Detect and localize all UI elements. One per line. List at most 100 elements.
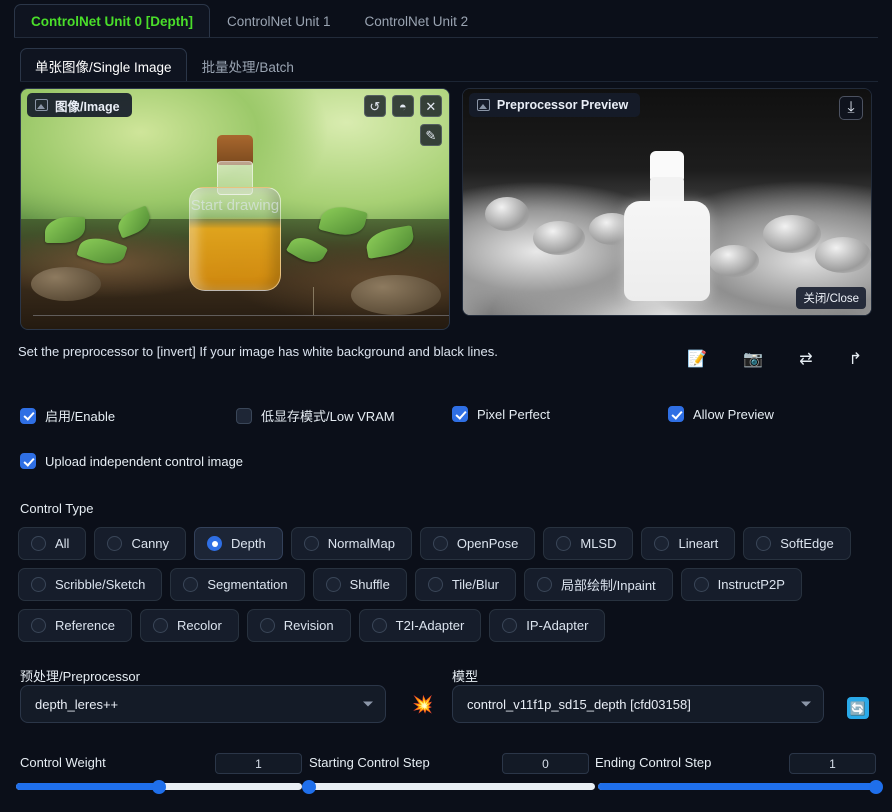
starting-control-step-slider[interactable] <box>309 783 595 790</box>
control-type-mlsd[interactable]: MLSD <box>543 527 633 560</box>
checkbox-pixel-perfect[interactable]: Pixel Perfect <box>452 406 550 422</box>
checkbox-enable-box[interactable] <box>20 408 36 424</box>
checkbox-enable-label: 启用/Enable <box>45 406 115 425</box>
radio-icon[interactable] <box>31 536 46 551</box>
tab-batch[interactable]: 批量处理/Batch <box>187 48 309 82</box>
checkbox-allow-preview-box[interactable] <box>668 406 684 422</box>
checkbox-upload-independent-box[interactable] <box>20 453 36 469</box>
checkbox-low-vram-box[interactable] <box>236 408 252 424</box>
preprocessor-select[interactable]: depth_leres++ <box>20 685 386 723</box>
radio-icon[interactable] <box>428 577 443 592</box>
radio-icon[interactable] <box>183 577 198 592</box>
radio-icon[interactable] <box>537 577 552 592</box>
unit-tab-bar: ControlNet Unit 0 [Depth] ControlNet Uni… <box>0 0 892 38</box>
close-preview-button[interactable]: 关闭/Close <box>796 287 866 309</box>
radio-icon[interactable] <box>107 536 122 551</box>
undo-icon[interactable]: ↺ <box>364 95 386 117</box>
checkbox-upload-independent-control-image[interactable]: Upload independent control image <box>20 453 243 469</box>
control-weight-value[interactable]: 1 <box>215 753 302 774</box>
control-type-revision[interactable]: Revision <box>247 609 351 642</box>
tab-controlnet-unit-1[interactable]: ControlNet Unit 1 <box>210 4 348 38</box>
control-type-ip-adapter[interactable]: IP-Adapter <box>489 609 605 642</box>
control-type-label-text: SoftEdge <box>780 536 834 551</box>
control-type-openpose[interactable]: OpenPose <box>420 527 535 560</box>
control-type-label-text: Reference <box>55 618 115 633</box>
preprocessor-preview-image <box>463 89 871 315</box>
control-type-shuffle[interactable]: Shuffle <box>313 568 407 601</box>
source-image <box>21 89 449 329</box>
eraser-icon[interactable]: ◓ <box>392 95 414 117</box>
brush-icon[interactable]: ✎ <box>420 124 442 146</box>
picture-icon <box>477 99 490 111</box>
control-weight-slider[interactable] <box>16 783 302 790</box>
tab-single-image[interactable]: 单张图像/Single Image <box>20 48 187 82</box>
checkbox-pixel-perfect-box[interactable] <box>452 406 468 422</box>
radio-icon[interactable] <box>31 577 46 592</box>
radio-icon[interactable] <box>260 618 275 633</box>
control-type-softedge[interactable]: SoftEdge <box>743 527 851 560</box>
image-toolbar: ↺ ◓ ✕ <box>364 95 442 117</box>
close-icon[interactable]: ✕ <box>420 95 442 117</box>
control-type-t2i-adapter[interactable]: T2I-Adapter <box>359 609 482 642</box>
radio-icon[interactable] <box>31 618 46 633</box>
radio-icon[interactable] <box>326 577 341 592</box>
edit-note-icon[interactable]: 📝 <box>687 352 707 368</box>
control-type-tile-blur[interactable]: Tile/Blur <box>415 568 516 601</box>
controlnet-panel: ControlNet Unit 0 [Depth] ControlNet Uni… <box>0 0 892 812</box>
starting-control-step-value[interactable]: 0 <box>502 753 589 774</box>
run-preprocessor-icon[interactable]: 💥 <box>412 696 433 713</box>
control-type-label-text: All <box>55 536 69 551</box>
radio-icon[interactable] <box>304 536 319 551</box>
send-icon[interactable]: ↱ <box>849 352 862 368</box>
sub-tabs-divider <box>20 81 878 82</box>
radio-icon[interactable] <box>556 536 571 551</box>
source-image-badge: 图像/Image <box>27 93 132 117</box>
download-icon[interactable]: ⤓ <box>839 96 863 120</box>
control-type-normalmap[interactable]: NormalMap <box>291 527 412 560</box>
control-type-scribble-sketch[interactable]: Scribble/Sketch <box>18 568 162 601</box>
tab-controlnet-unit-0[interactable]: ControlNet Unit 0 [Depth] <box>14 4 210 38</box>
control-type-all[interactable]: All <box>18 527 86 560</box>
ending-control-step-slider[interactable] <box>598 783 876 790</box>
chevron-down-icon <box>363 702 373 707</box>
control-type-reference[interactable]: Reference <box>18 609 132 642</box>
preprocessor-preview-card[interactable]: Preprocessor Preview ⤓ 关闭/Close <box>462 88 872 316</box>
control-type-depth[interactable]: Depth <box>194 527 283 560</box>
preprocessor-hint-text: Set the preprocessor to [invert] If your… <box>18 344 498 359</box>
tab-controlnet-unit-2[interactable]: ControlNet Unit 2 <box>348 4 486 38</box>
control-type-label-text: Depth <box>231 536 266 551</box>
checkbox-allow-preview[interactable]: Allow Preview <box>668 406 774 422</box>
camera-icon[interactable]: 📷 <box>743 352 763 368</box>
control-type-inpaint[interactable]: 局部绘制/Inpaint <box>524 568 673 601</box>
control-type-canny[interactable]: Canny <box>94 527 186 560</box>
radio-icon[interactable] <box>372 618 387 633</box>
control-type-segmentation[interactable]: Segmentation <box>170 568 304 601</box>
image-row: 图像/Image Start drawing ↺ ◓ ✕ ✎ <box>20 88 872 330</box>
control-weight-label: Control Weight <box>20 755 106 770</box>
control-type-label-text: NormalMap <box>328 536 395 551</box>
control-type-instructp2p[interactable]: InstructP2P <box>681 568 802 601</box>
sub-tab-bar: 单张图像/Single Image 批量处理/Batch <box>14 44 878 82</box>
radio-icon[interactable] <box>654 536 669 551</box>
control-type-label-text: Revision <box>284 618 334 633</box>
radio-icon[interactable] <box>756 536 771 551</box>
preprocessor-value: depth_leres++ <box>35 697 118 712</box>
options-row-1: 启用/Enable 低显存模式/Low VRAM Pixel Perfect A… <box>20 406 876 426</box>
ending-control-step-value[interactable]: 1 <box>789 753 876 774</box>
checkbox-low-vram[interactable]: 低显存模式/Low VRAM <box>236 406 395 425</box>
model-select[interactable]: control_v11f1p_sd15_depth [cfd03158] <box>452 685 824 723</box>
radio-icon[interactable] <box>153 618 168 633</box>
refresh-models-icon[interactable]: 🔄 <box>847 697 869 719</box>
source-image-card[interactable]: 图像/Image Start drawing ↺ ◓ ✕ ✎ <box>20 88 450 330</box>
control-type-lineart[interactable]: Lineart <box>641 527 735 560</box>
control-type-recolor[interactable]: Recolor <box>140 609 239 642</box>
checkbox-enable[interactable]: 启用/Enable <box>20 406 115 425</box>
radio-icon[interactable] <box>207 536 222 551</box>
preprocessor-label: 预处理/Preprocessor <box>20 666 140 685</box>
preprocessor-preview-badge: Preprocessor Preview <box>469 93 640 117</box>
radio-icon[interactable] <box>502 618 517 633</box>
radio-icon[interactable] <box>694 577 709 592</box>
swap-icon[interactable]: ⇄ <box>799 352 812 368</box>
radio-icon[interactable] <box>433 536 448 551</box>
control-type-label-text: Tile/Blur <box>452 577 499 592</box>
